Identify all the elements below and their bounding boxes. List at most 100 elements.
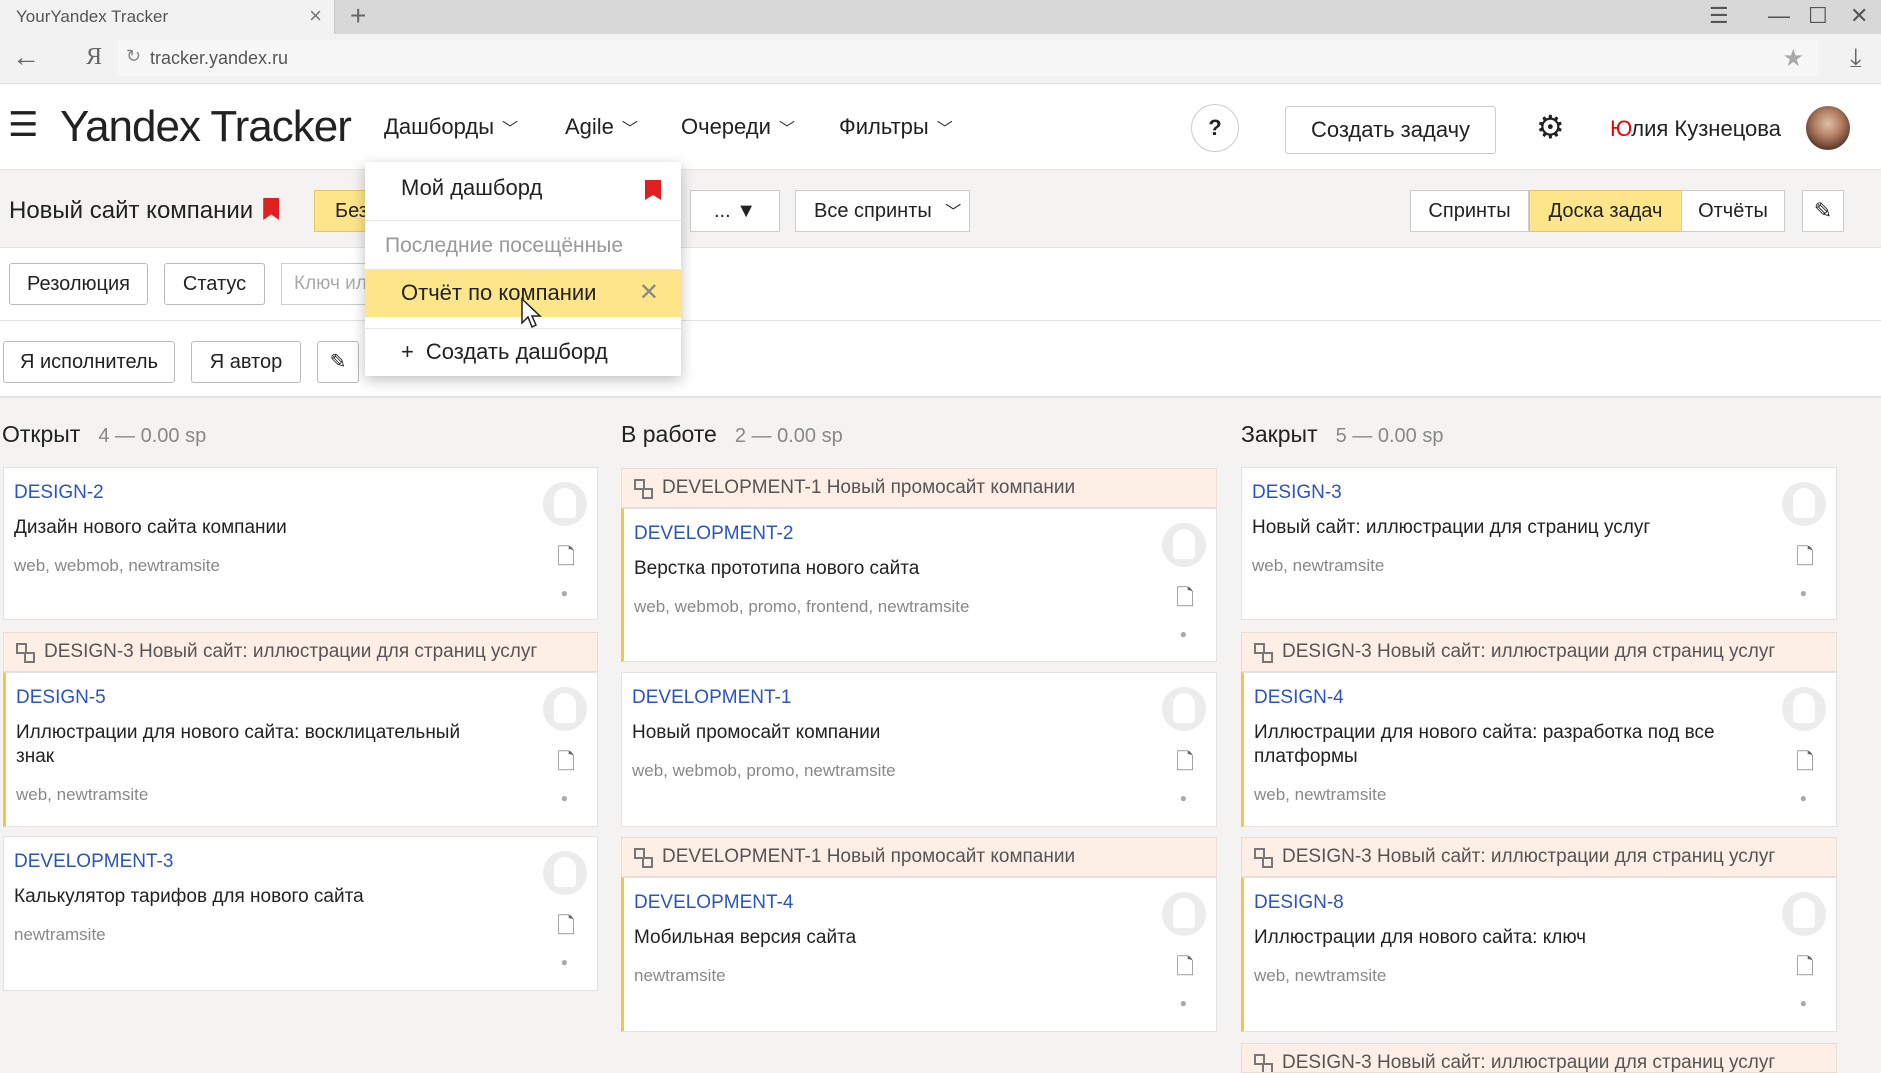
task-card[interactable]: DESIGN-2 Дизайн нового сайта компании we… [3, 467, 598, 620]
task-key-link[interactable]: DEVELOPMENT-2 [634, 523, 793, 545]
parent-task-bar[interactable]: DEVELOPMENT-1 Новый промосайт компании [621, 468, 1217, 508]
task-key-link[interactable]: DESIGN-5 [16, 687, 106, 709]
document-icon[interactable]: 🗋 [1176, 581, 1194, 619]
document-icon[interactable]: 🗋 [557, 909, 575, 947]
plus-icon: + [401, 339, 414, 364]
task-card[interactable]: DEVELOPMENT-1 Новый промосайт компании w… [621, 672, 1217, 827]
yandex-browser-icon[interactable]: Я [86, 44, 102, 71]
create-dashboard-item[interactable]: + Создать дашборд [365, 328, 681, 376]
user-avatar[interactable] [1806, 106, 1850, 150]
minimize-icon[interactable]: — [1768, 3, 1790, 29]
create-task-button[interactable]: Создать задачу [1285, 106, 1496, 154]
key-search-input[interactable]: Ключ или [281, 263, 371, 305]
nav-dashboards[interactable]: Дашборды ﹀ [384, 114, 518, 140]
chevron-down-icon: ﹀ [936, 121, 953, 138]
user-name[interactable]: Юлия Кузнецова [1610, 116, 1781, 142]
task-title: Иллюстрации для нового сайта: разработка… [1254, 722, 1715, 767]
task-tags: web, webmob, promo, newtramsite [632, 761, 896, 780]
parent-link-icon [634, 848, 653, 868]
task-key-link[interactable]: DESIGN-3 [1252, 482, 1342, 504]
window-close-icon[interactable]: ✕ [1850, 3, 1868, 29]
column-header-closed: Закрыт 5 — 0.00 sp [1241, 421, 1443, 448]
parent-task-bar[interactable]: DESIGN-3 Новый сайт: иллюстрации для стр… [1241, 1043, 1837, 1073]
edit-icon: ✎ [1813, 198, 1833, 223]
assignee-me-button[interactable]: Я исполнитель [3, 341, 175, 383]
assignee-avatar[interactable] [1162, 892, 1206, 936]
parent-task-bar[interactable]: DESIGN-3 Новый сайт: иллюстрации для стр… [3, 632, 598, 672]
help-button[interactable]: ? [1191, 104, 1239, 152]
menu-icon[interactable]: ☰ [8, 108, 38, 142]
close-icon[interactable]: ✕ [639, 269, 659, 317]
assignee-avatar[interactable] [543, 482, 587, 526]
assignee-avatar[interactable] [1782, 892, 1826, 936]
parent-task-bar[interactable]: DEVELOPMENT-1 Новый промосайт компании [621, 837, 1217, 877]
browser-menu-icon[interactable]: ☰ [1709, 3, 1729, 29]
task-key-link[interactable]: DESIGN-8 [1254, 892, 1344, 914]
task-card[interactable]: DEVELOPMENT-2 Верстка прототипа нового с… [621, 508, 1217, 662]
dropdown-my-dashboard[interactable]: Мой дашборд [365, 164, 681, 212]
nav-agile[interactable]: Agile ﹀ [565, 114, 638, 140]
resolution-filter[interactable]: Резолюция [9, 263, 148, 305]
mouse-cursor-icon [521, 297, 542, 329]
document-icon[interactable]: 🗋 [1796, 540, 1814, 578]
document-icon[interactable]: 🗋 [557, 745, 575, 783]
more-options-button[interactable]: ... ▼ [690, 190, 780, 232]
task-card[interactable]: DESIGN-5 Иллюстрации для нового сайта: в… [3, 672, 598, 827]
bookmark-icon[interactable] [263, 198, 280, 220]
assignee-avatar[interactable] [1782, 482, 1826, 526]
assignee-avatar[interactable] [543, 851, 587, 895]
parent-task-bar[interactable]: DESIGN-3 Новый сайт: иллюстрации для стр… [1241, 837, 1837, 877]
logo-tracker: Tracker [210, 102, 351, 151]
task-key-link[interactable]: DESIGN-2 [14, 482, 104, 504]
browser-tab[interactable]: YourYandex Tracker × [0, 0, 335, 34]
star-icon[interactable]: ★ [1782, 44, 1804, 73]
edit-board-button[interactable]: ✎ [1802, 190, 1844, 232]
logo-yandex: Yandex [60, 102, 201, 151]
task-card[interactable]: DEVELOPMENT-4 Мобильная версия сайта new… [621, 877, 1217, 1032]
nav-dashboards-label: Дашборды [384, 114, 494, 139]
maximize-icon[interactable]: ☐ [1808, 3, 1828, 29]
bookmark-icon[interactable] [645, 180, 661, 200]
nav-queues[interactable]: Очереди ﹀ [681, 114, 795, 140]
document-icon[interactable]: 🗋 [1796, 745, 1814, 783]
user-name-first-letter: Ю [1610, 116, 1632, 141]
edit-filters-button[interactable]: ✎ [317, 341, 359, 383]
gear-icon[interactable]: ⚙ [1536, 108, 1565, 146]
task-key-link[interactable]: DEVELOPMENT-4 [634, 892, 793, 914]
chevron-down-icon: ﹀ [945, 204, 962, 221]
tab-task-board[interactable]: Доска задач [1529, 190, 1682, 232]
assignee-avatar[interactable] [1162, 687, 1206, 731]
nav-filters[interactable]: Фильтры ﹀ [839, 114, 953, 140]
reload-icon[interactable]: ↻ [126, 46, 141, 67]
parent-task-label: DEVELOPMENT-1 Новый промосайт компании [662, 846, 1076, 867]
task-key-link[interactable]: DESIGN-4 [1254, 687, 1344, 709]
sprints-select[interactable]: Все спринты ﹀ [795, 190, 970, 232]
tab-reports[interactable]: Отчёты [1681, 190, 1785, 232]
document-icon[interactable]: 🗋 [557, 540, 575, 578]
task-card[interactable]: DESIGN-3 Новый сайт: иллюстрации для стр… [1241, 467, 1837, 620]
column-count: 5 — 0.00 sp [1335, 425, 1444, 447]
author-me-button[interactable]: Я автор [191, 341, 301, 383]
document-icon[interactable]: 🗋 [1796, 950, 1814, 988]
sprints-select-value: Все спринты [814, 200, 932, 222]
status-filter[interactable]: Статус [164, 263, 265, 305]
new-tab-icon[interactable]: + [350, 1, 366, 31]
parent-task-bar[interactable]: DESIGN-3 Новый сайт: иллюстрации для стр… [1241, 632, 1837, 672]
logo[interactable]: Yandex Tracker [60, 102, 352, 152]
url-field[interactable]: ↻ tracker.yandex.ru ★ [118, 40, 1818, 76]
assignee-avatar[interactable] [543, 687, 587, 731]
assignee-avatar[interactable] [1162, 523, 1206, 567]
tab-sprints[interactable]: Спринты [1410, 190, 1529, 232]
download-icon[interactable]: ⤓ [1850, 42, 1862, 74]
back-icon[interactable]: ← [12, 42, 40, 72]
task-card[interactable]: DESIGN-4 Иллюстрации для нового сайта: р… [1241, 672, 1837, 827]
document-icon[interactable]: 🗋 [1176, 745, 1194, 783]
task-key-link[interactable]: DEVELOPMENT-1 [632, 687, 791, 709]
tab-close-icon[interactable]: × [309, 4, 322, 28]
document-icon[interactable]: 🗋 [1176, 950, 1194, 988]
assignee-avatar[interactable] [1782, 687, 1826, 731]
task-card[interactable]: DEVELOPMENT-3 Калькулятор тарифов для но… [3, 836, 598, 991]
task-key-link[interactable]: DEVELOPMENT-3 [14, 851, 173, 873]
task-card[interactable]: DESIGN-8 Иллюстрации для нового сайта: к… [1241, 877, 1837, 1032]
task-tags: newtramsite [634, 966, 726, 985]
